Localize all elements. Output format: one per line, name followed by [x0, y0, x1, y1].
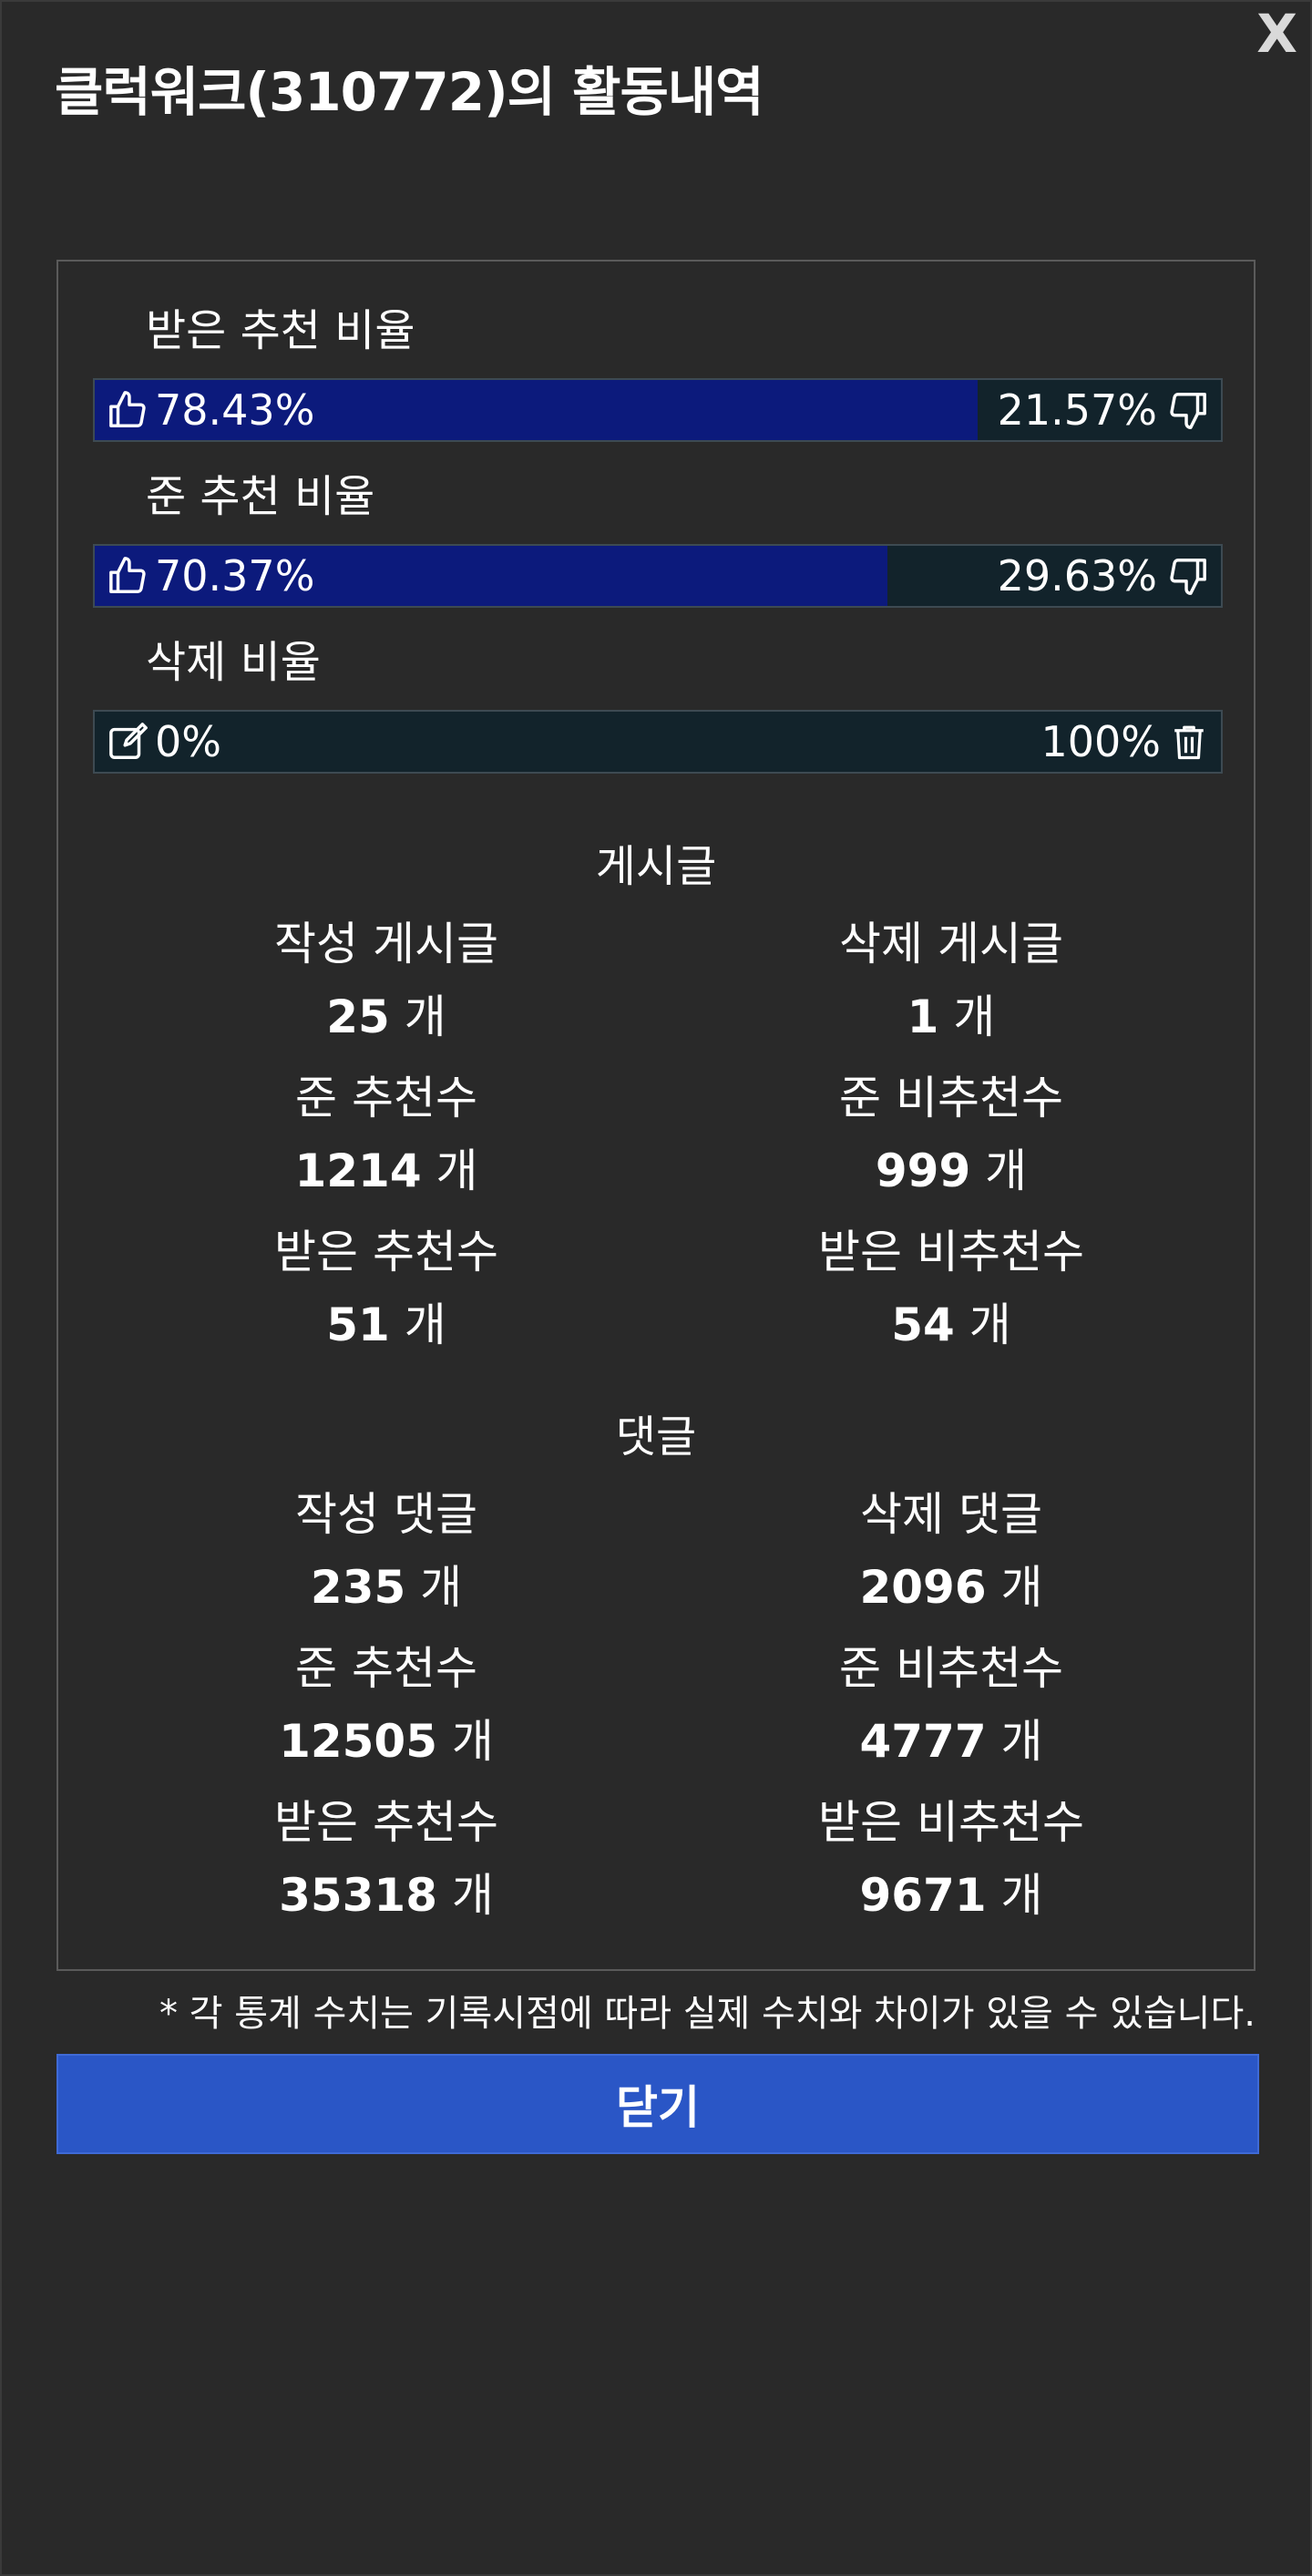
edit-icon	[108, 721, 149, 763]
thumbs-down-icon	[1166, 389, 1208, 431]
stat-label: 받은 비추천수	[818, 1796, 1084, 1849]
ratio-label-deleted: 삭제 비율	[146, 637, 321, 688]
stat-label: 작성 댓글	[295, 1488, 477, 1541]
stat-posts-deleted: 삭제 게시글 1 개	[669, 921, 1234, 1040]
thumbs-up-icon	[108, 555, 149, 597]
ratio-left-value: 70.37%	[155, 551, 315, 600]
stat-label: 삭제 댓글	[860, 1488, 1042, 1541]
stat-comments-downvotes-received: 받은 비추천수 9671 개	[669, 1800, 1234, 1918]
ratio-bar-deleted: 0% 100%	[93, 710, 1223, 774]
activity-modal: X 클럭워크(310772)의 활동내역 받은 추천 비율 78.43% 21.…	[0, 0, 1312, 2576]
stat-label: 삭제 게시글	[839, 918, 1063, 970]
stat-value: 54 개	[891, 1298, 1011, 1351]
ratio-right: 29.63%	[998, 546, 1208, 606]
ratio-left: 0%	[108, 712, 221, 772]
close-button[interactable]: 닫기	[56, 2054, 1259, 2154]
stat-value: 25 개	[326, 990, 446, 1043]
stat-posts-upvotes-given: 준 추천수 1214 개	[104, 1075, 669, 1194]
ratio-bar-given: 70.37% 29.63%	[93, 544, 1223, 608]
stat-posts-downvotes-received: 받은 비추천수 54 개	[669, 1229, 1234, 1348]
thumbs-down-icon	[1166, 555, 1208, 597]
stat-label: 준 비추천수	[839, 1642, 1063, 1695]
stat-value: 35318 개	[279, 1869, 494, 1922]
ratio-left: 78.43%	[108, 380, 314, 440]
ratio-right-value: 21.57%	[997, 385, 1157, 435]
stat-value: 51 개	[326, 1298, 446, 1351]
stat-value: 235 개	[310, 1561, 463, 1614]
stat-comments-downvotes-given: 준 비추천수 4777 개	[669, 1646, 1234, 1764]
stat-posts-written: 작성 게시글 25 개	[104, 921, 669, 1040]
disclaimer-note: * 각 통계 수치는 기록시점에 따라 실제 수치와 차이가 있을 수 있습니다…	[159, 1993, 1256, 2035]
stat-posts-downvotes-given: 준 비추천수 999 개	[669, 1075, 1234, 1194]
stat-comments-written: 작성 댓글 235 개	[104, 1492, 669, 1610]
stat-comments-deleted: 삭제 댓글 2096 개	[669, 1492, 1234, 1610]
posts-section-title: 게시글	[595, 841, 717, 892]
stat-value: 4777 개	[859, 1715, 1043, 1768]
ratio-bar-received: 78.43% 21.57%	[93, 378, 1223, 442]
ratio-label-received: 받은 추천 비율	[146, 305, 415, 356]
stat-value: 9671 개	[859, 1869, 1043, 1922]
ratio-right: 100%	[1040, 712, 1208, 772]
ratio-right: 21.57%	[998, 380, 1208, 440]
ratio-right-value: 100%	[1040, 717, 1161, 766]
stat-comments-upvotes-given: 준 추천수 12505 개	[104, 1646, 669, 1764]
close-x-button[interactable]: X	[1256, 7, 1297, 60]
stat-label: 받은 추천수	[274, 1226, 498, 1278]
stat-value: 12505 개	[279, 1715, 494, 1768]
ratio-right-value: 29.63%	[997, 551, 1157, 600]
ratio-left: 70.37%	[108, 546, 314, 606]
stat-value: 2096 개	[859, 1561, 1043, 1614]
stat-value: 1 개	[907, 990, 996, 1043]
stat-label: 작성 게시글	[274, 918, 498, 970]
stat-label: 준 추천수	[295, 1072, 477, 1124]
ratio-left-value: 78.43%	[155, 385, 315, 435]
thumbs-up-icon	[108, 389, 149, 431]
stat-label: 준 추천수	[295, 1642, 477, 1695]
trash-icon	[1170, 721, 1208, 763]
stats-panel: 받은 추천 비율 78.43% 21.57% 준 추천 비율 70.37% 29…	[56, 260, 1256, 1971]
stat-label: 받은 비추천수	[818, 1226, 1084, 1278]
modal-title: 클럭워크(310772)의 활동내역	[55, 61, 764, 123]
stat-value: 1214 개	[294, 1144, 478, 1197]
comments-section-title: 댓글	[615, 1411, 697, 1462]
stat-posts-upvotes-received: 받은 추천수 51 개	[104, 1229, 669, 1348]
stat-comments-upvotes-received: 받은 추천수 35318 개	[104, 1800, 669, 1918]
stat-label: 받은 추천수	[274, 1796, 498, 1849]
stat-value: 999 개	[875, 1144, 1028, 1197]
stat-label: 준 비추천수	[839, 1072, 1063, 1124]
ratio-left-value: 0%	[155, 717, 221, 766]
ratio-label-given: 준 추천 비율	[146, 471, 375, 522]
